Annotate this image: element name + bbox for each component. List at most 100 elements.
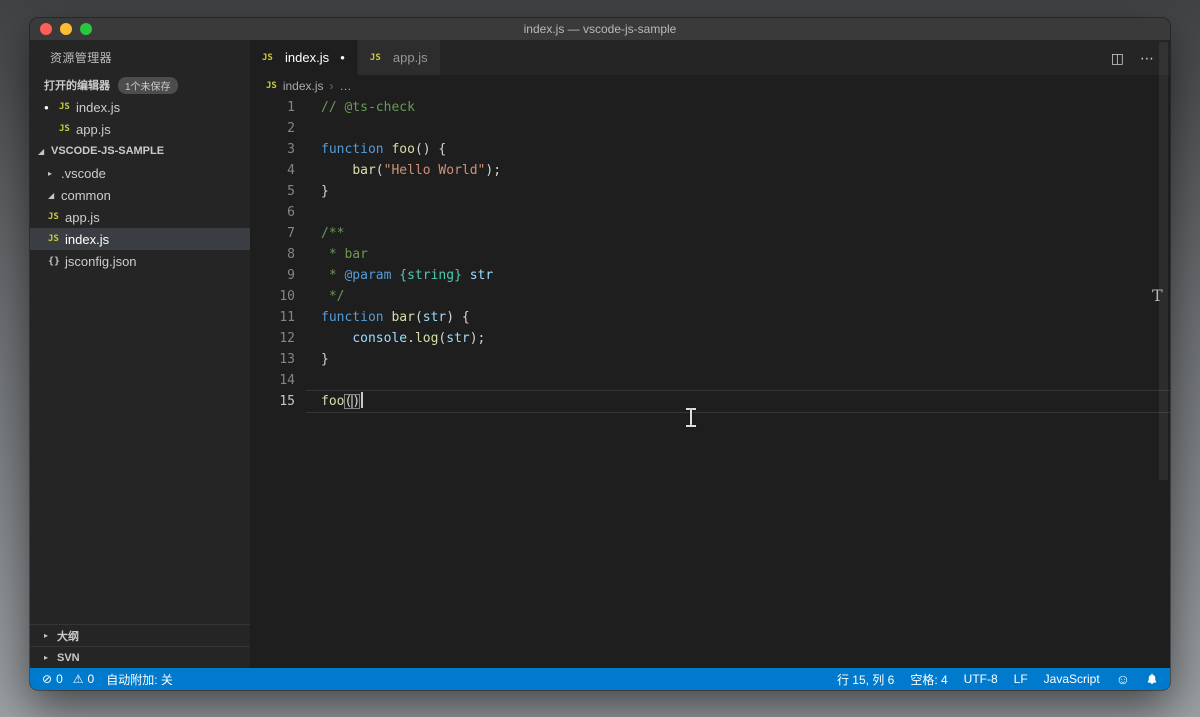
code-text: bar("Hello World"); xyxy=(321,160,501,181)
line-number[interactable]: 11 xyxy=(250,307,295,328)
code-text: } xyxy=(321,349,329,370)
code-token: "Hello World" xyxy=(384,163,486,178)
line-number[interactable]: 4 xyxy=(250,160,295,181)
tab-index.js[interactable]: JSindex.js● xyxy=(250,40,358,75)
window-controls xyxy=(30,23,92,35)
code-token: str xyxy=(462,268,493,283)
tab-app.js[interactable]: JSapp.js xyxy=(358,40,441,75)
minimize-window-button[interactable] xyxy=(60,23,72,35)
status-eol[interactable]: LF xyxy=(1014,672,1028,686)
code-token: foo xyxy=(321,394,344,409)
code-token: function xyxy=(321,142,384,157)
split-editor-icon[interactable]: ◫ xyxy=(1111,51,1124,65)
code-text: /** xyxy=(321,223,344,244)
code-line[interactable]: 15foo() xyxy=(250,391,1170,412)
open-editors-list: ●JSindex.js●JSapp.js xyxy=(30,96,250,140)
panel-label: SVN xyxy=(57,652,80,664)
code-line[interactable]: 12 console.log(str); xyxy=(250,328,1170,349)
chevron-expanded-icon: ◢ xyxy=(48,191,61,200)
sidebar-panel-大纲[interactable]: ▸大纲 xyxy=(30,624,250,646)
code-line[interactable]: 5} xyxy=(250,181,1170,202)
titlebar: index.js — vscode-js-sample xyxy=(30,18,1170,40)
js-file-icon: JS xyxy=(48,234,65,244)
code-line[interactable]: 14 xyxy=(250,370,1170,391)
open-editors-header[interactable]: 打开的编辑器 1个未保存 xyxy=(30,74,250,96)
explorer-sidebar: 资源管理器 打开的编辑器 1个未保存 ●JSindex.js●JSapp.js … xyxy=(30,40,250,668)
more-actions-icon[interactable]: ⋯ xyxy=(1140,51,1154,65)
line-number[interactable]: 5 xyxy=(250,181,295,202)
js-file-icon: JS xyxy=(262,53,279,63)
code-token: bar xyxy=(352,163,375,178)
line-number[interactable]: 6 xyxy=(250,202,295,223)
line-number[interactable]: 1 xyxy=(250,97,295,118)
code-line[interactable]: 1// @ts-check xyxy=(250,97,1170,118)
code-token: ); xyxy=(470,331,486,346)
notifications-bell-icon[interactable] xyxy=(1146,673,1158,686)
tree-item-app.js[interactable]: JSapp.js xyxy=(30,206,250,228)
status-bar-left: ⊘ 0 ⚠ 0 自动附加: 关 xyxy=(42,671,173,688)
close-window-button[interactable] xyxy=(40,23,52,35)
code-token: log xyxy=(415,331,438,346)
file-tree: ▸.vscode◢commonJSapp.jsJSindex.js{}jscon… xyxy=(30,162,250,272)
tree-item-label: app.js xyxy=(65,210,100,225)
unsaved-count-badge: 1个未保存 xyxy=(118,77,178,94)
modified-dot-icon[interactable]: ● xyxy=(340,53,345,62)
sidebar-title: 资源管理器 xyxy=(30,40,250,74)
line-number[interactable]: 13 xyxy=(250,349,295,370)
problems-indicator[interactable]: ⊘ 0 ⚠ 0 xyxy=(42,672,94,686)
line-number[interactable]: 12 xyxy=(250,328,295,349)
code-token: */ xyxy=(321,289,344,304)
line-number[interactable]: 8 xyxy=(250,244,295,265)
code-token: } xyxy=(321,184,329,199)
line-number[interactable]: 2 xyxy=(250,118,295,139)
tree-item-jsconfig.json[interactable]: {}jsconfig.json xyxy=(30,250,250,272)
code-line[interactable]: 11function bar(str) { xyxy=(250,307,1170,328)
tree-item-common[interactable]: ◢common xyxy=(30,184,250,206)
status-cursor-position[interactable]: 行 15, 列 6 xyxy=(837,671,894,688)
code-token: ( xyxy=(376,163,384,178)
code-line[interactable]: 3function foo() { xyxy=(250,139,1170,160)
code-line[interactable]: 9 * @param {string} str xyxy=(250,265,1170,286)
maximize-window-button[interactable] xyxy=(80,23,92,35)
chevron-collapsed-icon: ▸ xyxy=(44,653,57,662)
feedback-smiley-icon[interactable]: ☺ xyxy=(1116,672,1130,686)
code-line[interactable]: 8 * bar xyxy=(250,244,1170,265)
open-editor-item-index.js[interactable]: ●JSindex.js xyxy=(30,96,250,118)
chevron-collapsed-icon: ▸ xyxy=(48,169,61,178)
line-number[interactable]: 7 xyxy=(250,223,295,244)
line-number[interactable]: 3 xyxy=(250,139,295,160)
code-line[interactable]: 13} xyxy=(250,349,1170,370)
json-file-icon: {} xyxy=(48,256,65,267)
line-number[interactable]: 9 xyxy=(250,265,295,286)
code-editor[interactable]: 1// @ts-check23function foo() {4 bar("He… xyxy=(250,97,1170,668)
open-editor-item-app.js[interactable]: ●JSapp.js xyxy=(30,118,250,140)
breadcrumb-file[interactable]: index.js xyxy=(283,79,324,93)
vertical-scrollbar[interactable] xyxy=(1159,42,1168,480)
code-token: } xyxy=(321,352,329,367)
breadcrumb-separator-icon: › xyxy=(330,79,334,93)
code-line[interactable]: 6 xyxy=(250,202,1170,223)
auto-attach-indicator[interactable]: 自动附加: 关 xyxy=(106,671,173,688)
line-number[interactable]: 10 xyxy=(250,286,295,307)
tree-item-.vscode[interactable]: ▸.vscode xyxy=(30,162,250,184)
code-line[interactable]: 4 bar("Hello World"); xyxy=(250,160,1170,181)
code-token: foo xyxy=(391,142,414,157)
status-language-mode[interactable]: JavaScript xyxy=(1044,672,1100,686)
panel-label: 大纲 xyxy=(57,628,79,644)
warning-count: 0 xyxy=(88,672,95,686)
sidebar-panel-SVN[interactable]: ▸SVN xyxy=(30,646,250,668)
line-number[interactable]: 15 xyxy=(250,391,295,412)
line-number[interactable]: 14 xyxy=(250,370,295,391)
project-section-header[interactable]: ◢ VSCODE-JS-SAMPLE xyxy=(30,140,250,162)
tree-item-index.js[interactable]: JSindex.js xyxy=(30,228,250,250)
code-token: {string} xyxy=(399,268,462,283)
code-line[interactable]: 10 */ xyxy=(250,286,1170,307)
status-indentation[interactable]: 空格: 4 xyxy=(910,671,947,688)
code-line[interactable]: 7 /** xyxy=(250,223,1170,244)
status-encoding[interactable]: UTF-8 xyxy=(964,672,998,686)
tree-item-label: jsconfig.json xyxy=(65,254,137,269)
code-token: console xyxy=(352,331,407,346)
vscode-window: index.js — vscode-js-sample 资源管理器 打开的编辑器… xyxy=(30,18,1170,690)
code-line[interactable]: 2 xyxy=(250,118,1170,139)
breadcrumb-symbol[interactable]: … xyxy=(340,79,352,93)
